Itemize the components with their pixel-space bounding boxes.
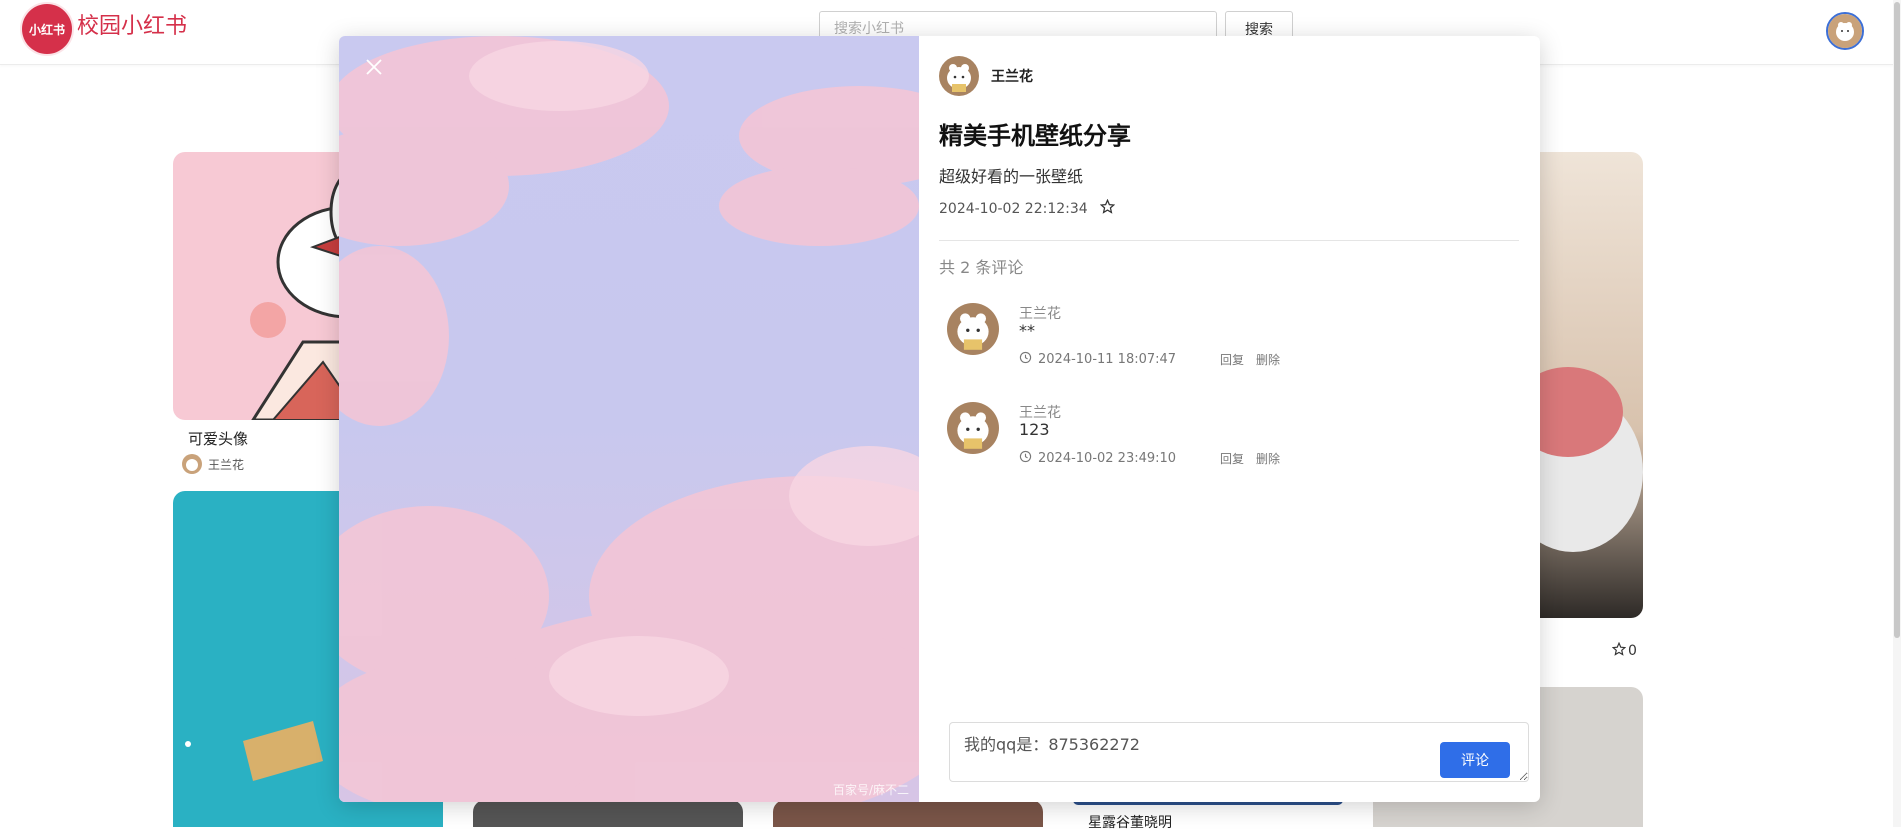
app-title[interactable]: 校园小红书 bbox=[77, 12, 187, 42]
divider bbox=[939, 240, 1519, 241]
favorite-button[interactable] bbox=[1099, 198, 1115, 218]
comment-text: 123 bbox=[1019, 420, 1050, 439]
author-name[interactable]: 王兰花 bbox=[991, 66, 1033, 86]
reply-button[interactable]: 回复 bbox=[1220, 351, 1244, 368]
avatar bbox=[182, 454, 202, 474]
comment-item: 王兰花 123 2024-10-02 23:49:10 回复 删除 bbox=[947, 402, 1507, 482]
card-image[interactable] bbox=[473, 800, 743, 827]
post-title: 精美手机壁纸分享 bbox=[939, 122, 1131, 150]
like-count[interactable]: 0 bbox=[1611, 641, 1637, 660]
avatar bbox=[939, 56, 979, 96]
comment-time: 2024-10-02 23:49:10 bbox=[1019, 450, 1176, 467]
post-image: 百家号/麻不二 bbox=[339, 36, 919, 802]
like-count-value: 0 bbox=[1628, 643, 1637, 659]
card-author-name: 王兰花 bbox=[208, 457, 245, 472]
comment-box: 评论 bbox=[949, 722, 1529, 782]
card-title[interactable]: 星露谷董晓明 bbox=[1088, 812, 1172, 832]
close-button[interactable] bbox=[359, 54, 389, 84]
star-icon bbox=[1611, 641, 1627, 660]
comment-author[interactable]: 王兰花 bbox=[1019, 402, 1061, 422]
delete-button[interactable]: 删除 bbox=[1256, 450, 1280, 467]
post-date: 2024-10-02 22:12:34 bbox=[939, 200, 1088, 217]
comment-text: ** bbox=[1019, 321, 1035, 340]
avatar[interactable] bbox=[947, 402, 999, 454]
clock-icon bbox=[1019, 351, 1032, 368]
avatar[interactable] bbox=[947, 303, 999, 355]
comment-time-value: 2024-10-11 18:07:47 bbox=[1038, 352, 1177, 367]
user-avatar[interactable] bbox=[1826, 12, 1864, 50]
scrollbar-thumb[interactable] bbox=[1894, 2, 1900, 638]
comment-author[interactable]: 王兰花 bbox=[1019, 303, 1061, 323]
post-meta: 2024-10-02 22:12:34 bbox=[939, 198, 1115, 218]
card-image[interactable] bbox=[773, 800, 1043, 827]
post-author[interactable]: 王兰花 bbox=[939, 56, 1033, 96]
close-icon bbox=[365, 58, 383, 80]
reply-button[interactable]: 回复 bbox=[1220, 450, 1244, 467]
comment-time: 2024-10-11 18:07:47 bbox=[1019, 351, 1176, 368]
post-detail-panel: 王兰花 精美手机壁纸分享 超级好看的一张壁纸 2024-10-02 22:12:… bbox=[919, 36, 1540, 802]
image-watermark: 百家号/麻不二 bbox=[832, 783, 909, 797]
post-description: 超级好看的一张壁纸 bbox=[939, 167, 1084, 186]
page-scrollbar[interactable] bbox=[1893, 0, 1901, 827]
logo-badge[interactable]: 小红书 bbox=[22, 4, 72, 54]
post-detail-modal: 百家号/麻不二 王兰花 精美手机壁纸分享 超级好看的一张壁纸 2024-10-0… bbox=[339, 36, 1540, 802]
card-author[interactable]: 王兰花 bbox=[182, 454, 244, 474]
submit-comment-button[interactable]: 评论 bbox=[1440, 742, 1510, 778]
card-title[interactable]: 可爱头像 bbox=[188, 428, 248, 449]
delete-button[interactable]: 删除 bbox=[1256, 351, 1280, 368]
comment-count: 共 2 条评论 bbox=[939, 258, 1024, 277]
comment-time-value: 2024-10-02 23:49:10 bbox=[1038, 451, 1177, 466]
star-icon bbox=[1099, 198, 1115, 218]
comment-item: 王兰花 ** 2024-10-11 18:07:47 回复 删除 bbox=[947, 303, 1507, 383]
clock-icon bbox=[1019, 450, 1032, 467]
